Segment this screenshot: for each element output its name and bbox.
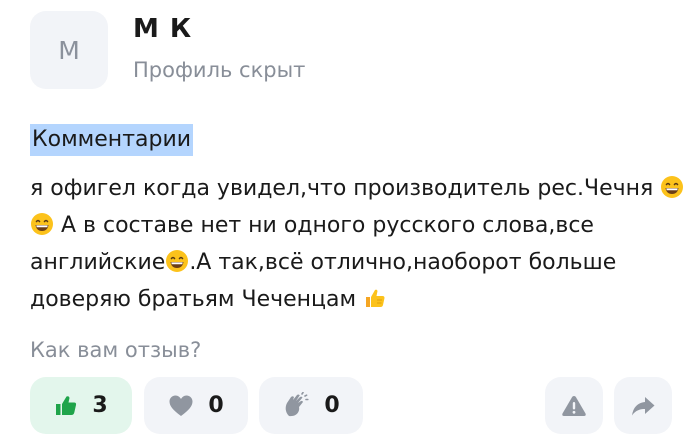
- like-count: 3: [92, 393, 108, 418]
- like-reaction-button[interactable]: 3: [30, 377, 132, 434]
- avatar-letter: М: [58, 35, 80, 65]
- warning-icon: [561, 394, 587, 418]
- comments-heading: Комментарии: [30, 124, 194, 156]
- author-name[interactable]: М К: [133, 14, 192, 44]
- comment-line: доверяю братьям Чеченцам: [30, 281, 680, 318]
- grinning-face-emoji-icon: [30, 212, 54, 236]
- grinning-face-emoji-icon: [165, 249, 189, 273]
- thumbs-up-icon: [54, 394, 78, 418]
- heart-reaction-button[interactable]: 0: [144, 377, 248, 434]
- thumbs-up-emoji-icon: [363, 286, 387, 310]
- review-feedback-question: Как вам отзыв?: [30, 338, 202, 362]
- share-arrow-icon: [630, 394, 656, 418]
- profile-hidden-label: Профиль скрыт: [133, 58, 306, 82]
- report-button[interactable]: [545, 377, 603, 434]
- clap-count: 0: [324, 393, 340, 418]
- heart-count: 0: [208, 393, 224, 418]
- clap-reaction-button[interactable]: 0: [259, 377, 363, 434]
- grinning-face-emoji-icon: [660, 175, 684, 199]
- share-button[interactable]: [614, 377, 672, 434]
- comment-line: А в составе нет ни одного русского слова…: [30, 207, 680, 244]
- clapping-hands-icon: [282, 391, 310, 420]
- heart-icon: [168, 394, 194, 418]
- comment-line: я офигел когда увидел,что производитель …: [30, 170, 684, 207]
- comment-text: я офигел когда увидел,что производитель …: [30, 170, 684, 318]
- avatar[interactable]: М: [30, 11, 108, 89]
- comment-line: английские .А так,всё отлично,наоборот бо…: [30, 249, 617, 275]
